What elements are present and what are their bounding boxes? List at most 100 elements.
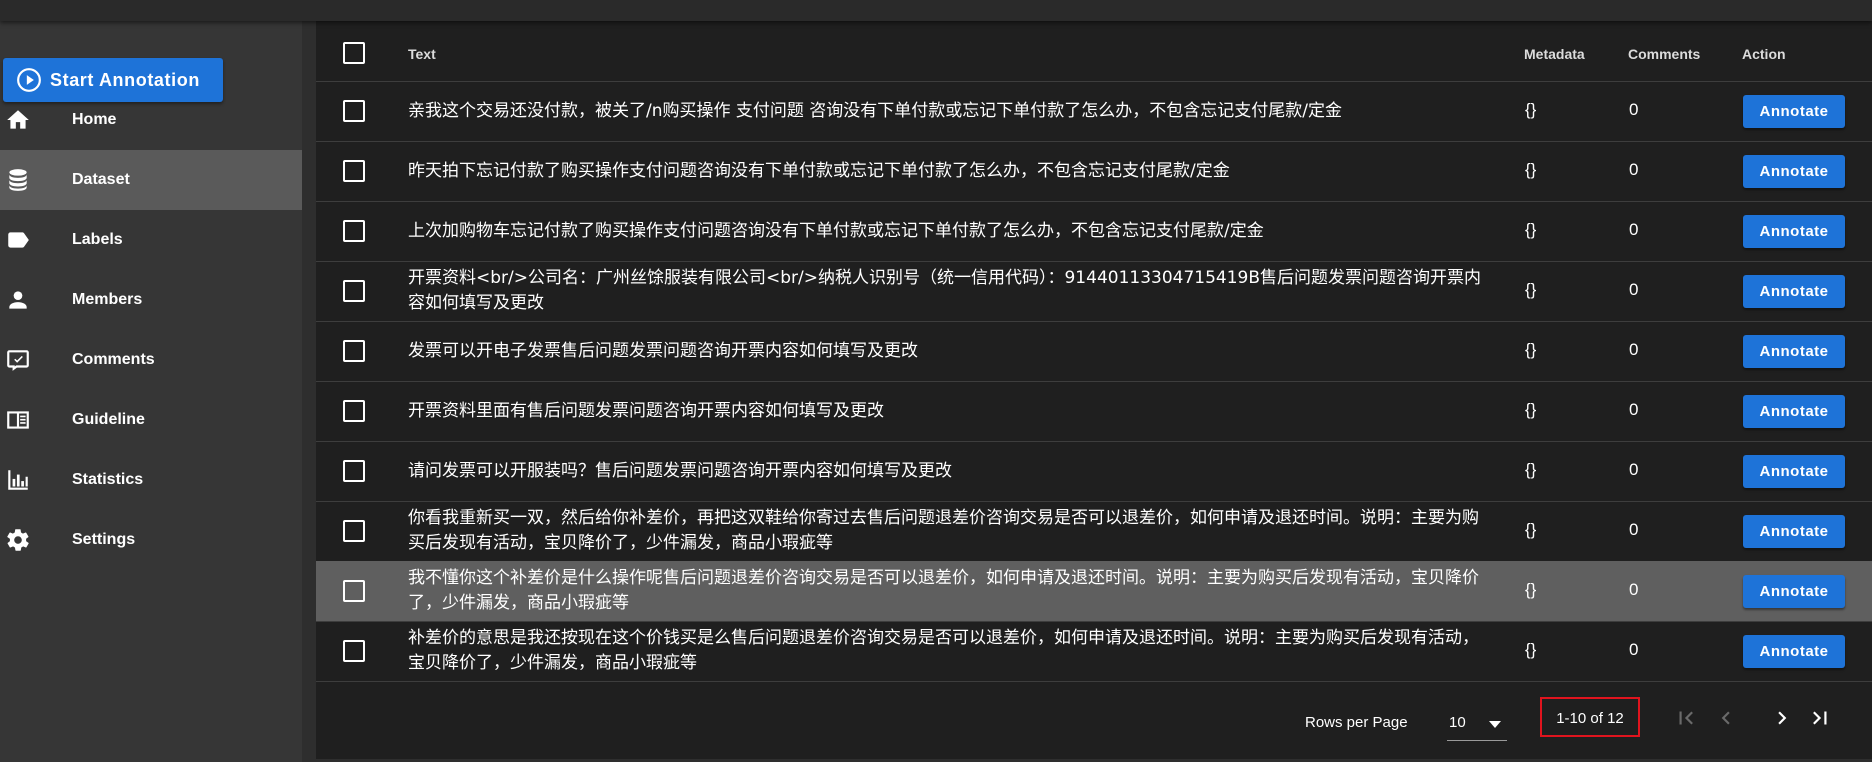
table-row: 上次加购物车忘记付款了购买操作支付问题咨询没有下单付款或忘记下单付款了怎么办，不…	[316, 201, 1872, 262]
table-header: Text Metadata Comments Action	[316, 21, 1872, 82]
row-comments: 0	[1629, 460, 1639, 479]
comment-icon	[4, 346, 32, 374]
database-icon	[4, 166, 32, 194]
annotate-button[interactable]: Annotate	[1743, 335, 1845, 368]
first-page-button[interactable]	[1671, 703, 1701, 733]
sidebar-item-comments[interactable]: Comments	[0, 330, 302, 390]
row-checkbox[interactable]	[343, 400, 365, 422]
annotate-button[interactable]: Annotate	[1743, 95, 1845, 128]
annotate-button[interactable]: Annotate	[1743, 575, 1845, 608]
row-metadata: {}	[1525, 340, 1537, 359]
row-comments: 0	[1629, 160, 1639, 179]
row-text: 发票可以开电子发票售后问题发票问题咨询开票内容如何填写及更改	[408, 340, 918, 361]
chevron-right-icon	[1778, 711, 1787, 725]
table-row: 开票资料<br/>公司名：广州丝馀服装有限公司<br/>纳税人识别号（统一信用代…	[316, 261, 1872, 322]
annotate-button[interactable]: Annotate	[1743, 155, 1845, 188]
row-text: 昨天拍下忘记付款了购买操作支付问题咨询没有下单付款或忘记下单付款了怎么办，不包含…	[408, 160, 1230, 181]
header-text[interactable]: Text	[408, 46, 436, 62]
row-checkbox[interactable]	[343, 280, 365, 302]
sidebar-item-dataset[interactable]: Dataset	[0, 150, 302, 210]
row-comments: 0	[1629, 400, 1639, 419]
last-page-button[interactable]	[1805, 703, 1835, 733]
row-text: 开票资料里面有售后问题发票问题咨询开票内容如何填写及更改	[408, 400, 884, 421]
sidebar-item-statistics[interactable]: Statistics	[0, 450, 302, 510]
sidebar-item-home[interactable]: Home	[0, 90, 302, 150]
row-metadata: {}	[1525, 220, 1537, 239]
book-icon	[4, 406, 32, 434]
first-page-icon	[1679, 711, 1693, 725]
rows-per-page-select[interactable]: 10	[1447, 706, 1507, 741]
sidebar-item-label: Home	[72, 111, 117, 128]
gear-icon	[4, 526, 32, 554]
rows-per-page-value: 10	[1449, 714, 1466, 731]
row-metadata: {}	[1525, 160, 1537, 179]
row-text: 开票资料<br/>公司名：广州丝馀服装有限公司<br/>纳税人识别号（统一信用代…	[408, 268, 1482, 313]
annotate-button[interactable]: Annotate	[1743, 635, 1845, 668]
table-pagination: Rows per Page 10 1-10 of 12	[316, 684, 1872, 754]
top-app-bar	[0, 0, 1872, 21]
row-metadata: {}	[1525, 280, 1537, 299]
row-checkbox[interactable]	[343, 100, 365, 122]
next-page-button[interactable]	[1767, 703, 1797, 733]
row-comments: 0	[1629, 340, 1639, 359]
table-row: 发票可以开电子发票售后问题发票问题咨询开票内容如何填写及更改 {} 0 Anno…	[316, 321, 1872, 382]
row-checkbox[interactable]	[343, 520, 365, 542]
row-metadata: {}	[1525, 640, 1537, 659]
sidebar-item-label: Guideline	[72, 411, 145, 428]
sidebar-item-guideline[interactable]: Guideline	[0, 390, 302, 450]
row-comments: 0	[1629, 640, 1639, 659]
row-text: 上次加购物车忘记付款了购买操作支付问题咨询没有下单付款或忘记下单付款了怎么办，不…	[408, 220, 1264, 241]
bar-chart-icon	[4, 466, 32, 494]
page-range-text: 1-10 of 12	[1556, 710, 1624, 727]
dataset-table-panel: Text Metadata Comments Action 亲我这个交易还没付款…	[316, 21, 1872, 759]
sidebar-item-label: Dataset	[72, 171, 130, 188]
row-text: 我不懂你这个补差价是什么操作呢售后问题退差价咨询交易是否可以退差价，如何申请及退…	[408, 568, 1479, 613]
row-metadata: {}	[1525, 520, 1537, 539]
annotate-button[interactable]: Annotate	[1743, 215, 1845, 248]
header-action: Action	[1742, 46, 1786, 62]
row-checkbox[interactable]	[343, 580, 365, 602]
row-checkbox[interactable]	[343, 640, 365, 662]
sidebar-item-settings[interactable]: Settings	[0, 510, 302, 570]
select-all-checkbox[interactable]	[343, 42, 365, 64]
sidebar-item-label: Comments	[72, 351, 155, 368]
sidebar-item-label: Statistics	[72, 471, 144, 488]
annotate-button[interactable]: Annotate	[1743, 455, 1845, 488]
sidebar: Start Annotation Home Dataset Labels Mem…	[0, 21, 302, 762]
sidebar-item-label: Labels	[72, 231, 123, 248]
row-comments: 0	[1629, 220, 1639, 239]
row-checkbox[interactable]	[343, 460, 365, 482]
row-checkbox[interactable]	[343, 220, 365, 242]
previous-page-button[interactable]	[1711, 703, 1741, 733]
table-row: 亲我这个交易还没付款，被关了/n购买操作 支付问题 咨询没有下单付款或忘记下单付…	[316, 81, 1872, 142]
table-row: 开票资料里面有售后问题发票问题咨询开票内容如何填写及更改 {} 0 Annota…	[316, 381, 1872, 442]
header-metadata[interactable]: Metadata	[1524, 46, 1585, 62]
start-annotation-label: Start Annotation	[50, 69, 200, 90]
rows-per-page-label: Rows per Page	[1305, 714, 1408, 731]
row-comments: 0	[1629, 520, 1639, 539]
annotate-button[interactable]: Annotate	[1743, 275, 1845, 308]
row-metadata: {}	[1525, 460, 1537, 479]
row-checkbox[interactable]	[343, 160, 365, 182]
page-range-indicator: 1-10 of 12	[1540, 697, 1640, 737]
sidebar-item-label: Settings	[72, 531, 136, 548]
sidebar-item-labels[interactable]: Labels	[0, 210, 302, 270]
header-comments[interactable]: Comments	[1628, 46, 1700, 62]
chevron-left-icon	[1721, 711, 1730, 725]
row-checkbox[interactable]	[343, 340, 365, 362]
sidebar-item-label: Members	[72, 291, 143, 308]
chevron-down-icon	[1489, 721, 1501, 728]
annotate-button[interactable]: Annotate	[1743, 515, 1845, 548]
row-comments: 0	[1629, 100, 1639, 119]
table-row: 我不懂你这个补差价是什么操作呢售后问题退差价咨询交易是否可以退差价，如何申请及退…	[316, 561, 1872, 622]
annotate-button[interactable]: Annotate	[1743, 395, 1845, 428]
table-row: 昨天拍下忘记付款了购买操作支付问题咨询没有下单付款或忘记下单付款了怎么办，不包含…	[316, 141, 1872, 202]
last-page-icon	[1813, 711, 1827, 725]
row-text: 你看我重新买一双，然后给你补差价，再把这双鞋给你寄过去售后问题退差价咨询交易是否…	[408, 508, 1479, 553]
row-comments: 0	[1629, 280, 1639, 299]
table-row: 你看我重新买一双，然后给你补差价，再把这双鞋给你寄过去售后问题退差价咨询交易是否…	[316, 501, 1872, 562]
sidebar-item-members[interactable]: Members	[0, 270, 302, 330]
person-icon	[4, 286, 32, 314]
row-metadata: {}	[1525, 400, 1537, 419]
row-text: 请问发票可以开服装吗？售后问题发票问题咨询开票内容如何填写及更改	[408, 460, 952, 481]
